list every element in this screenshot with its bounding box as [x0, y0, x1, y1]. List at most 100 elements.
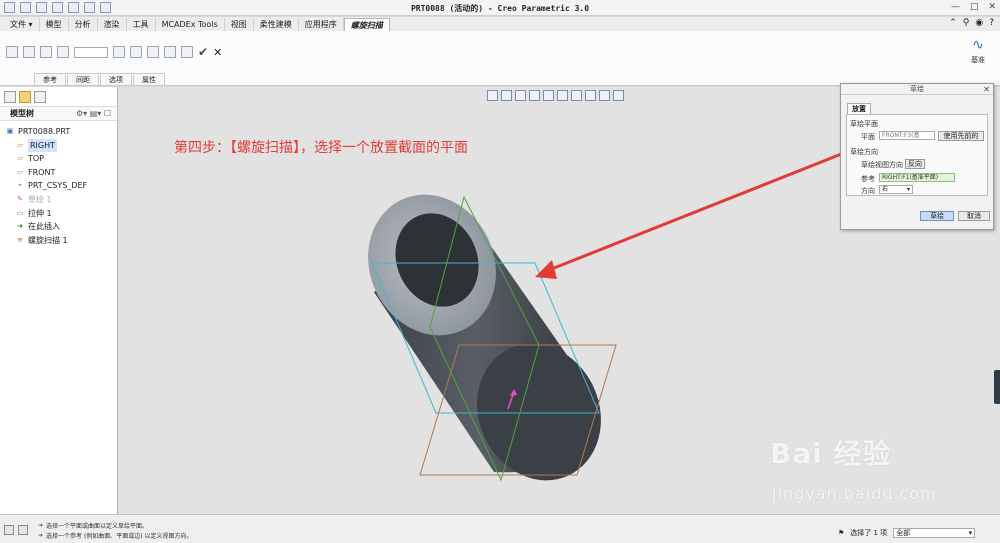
- tree-item[interactable]: ⌖ PRT_CSYS_DEF: [6, 179, 117, 193]
- subtab-1[interactable]: 间距: [67, 73, 99, 85]
- sketch-icon: ✎: [17, 194, 23, 203]
- panel-tabs: [0, 87, 117, 107]
- placement-tab[interactable]: 放置: [847, 103, 871, 114]
- solid-icon[interactable]: [23, 46, 35, 58]
- datum-label: 基准: [971, 56, 985, 64]
- cancel-icon[interactable]: ✕: [213, 46, 222, 59]
- preview-icon[interactable]: [181, 46, 193, 58]
- side-panel-handle[interactable]: [994, 370, 1000, 404]
- pitch-icon[interactable]: [113, 46, 125, 58]
- sketch-ok-button[interactable]: 草绘: [920, 211, 954, 221]
- tree-item-label: 拉伸 1: [28, 208, 52, 218]
- left-hand-icon[interactable]: [130, 46, 142, 58]
- tree-item-label: PRT_CSYS_DEF: [28, 181, 88, 191]
- folder-browser-tab-icon[interactable]: [19, 91, 31, 103]
- minimize-ribbon-icon[interactable]: ⌃: [949, 18, 957, 28]
- status-message-1: ➜ 选择一个平面或曲面以定义草绘平面。: [38, 521, 148, 530]
- status-bar: ➜ 选择一个平面或曲面以定义草绘平面。 ➜ 选择一个参考 (例如曲面、平面或边)…: [0, 514, 1000, 543]
- maximize-icon[interactable]: □: [970, 2, 979, 12]
- datum-icon: ∿: [972, 37, 984, 53]
- helical-sweep-icon: ≋: [17, 235, 23, 244]
- model-tree-tab-icon[interactable]: [4, 91, 16, 103]
- sketch-plane-section: 草绘平面: [850, 120, 878, 128]
- thickness-dropdown[interactable]: [74, 46, 108, 58]
- dialog-title: 草绘: [910, 85, 924, 93]
- sketch-dialog: 草绘 ✕ 放置 草绘平面 平面 FRONT:F3(基 使用先前的 草绘方向 草绘…: [840, 83, 994, 230]
- help-icon[interactable]: ?: [989, 18, 994, 28]
- tree-item-label: TOP: [28, 154, 45, 164]
- orientation-value: 右: [882, 186, 889, 193]
- title-bar: PRT0088 (活动的) - Creo Parametric 3.0 — □ …: [0, 0, 1000, 16]
- filter-value: 全部: [896, 529, 911, 537]
- use-previous-button[interactable]: 使用先前的: [938, 131, 984, 141]
- tab-3[interactable]: 渲染: [98, 18, 127, 31]
- pause-icon[interactable]: [164, 46, 176, 58]
- dialog-close-icon[interactable]: ✕: [983, 84, 990, 95]
- tab-5[interactable]: MCADEx Tools: [156, 18, 225, 31]
- tab-9[interactable]: 螺旋扫描: [343, 18, 390, 31]
- baidu-watermark: Bai 经验 jingyan.baidu.com: [770, 432, 995, 522]
- surface-icon[interactable]: [6, 46, 18, 58]
- tree-item-label: 螺旋扫描 1: [28, 235, 68, 245]
- datum-group[interactable]: ∿ 基准: [966, 37, 990, 65]
- tab-7[interactable]: 柔性建模: [254, 18, 299, 31]
- tab-0[interactable]: 文件 ▾: [4, 18, 40, 31]
- browser-toggle-icon[interactable]: [18, 525, 28, 535]
- prompt-arrow-icon: ➜: [38, 532, 44, 539]
- tree-item[interactable]: ▱ RIGHT: [6, 138, 117, 153]
- subtab-0[interactable]: 参考: [34, 73, 66, 85]
- minimize-icon[interactable]: —: [951, 2, 960, 12]
- status-icons: [4, 525, 28, 535]
- tree-item[interactable]: ≋ 螺旋扫描 1: [6, 234, 117, 248]
- helical-sweep-tools: ✔ ✕: [6, 45, 222, 59]
- watermark-url: jingyan.baidu.com: [772, 484, 937, 503]
- chevron-down-icon: ▾: [906, 186, 910, 193]
- tab-2[interactable]: 分析: [69, 18, 98, 31]
- subtab-2[interactable]: 选项: [100, 73, 132, 85]
- selection-filter[interactable]: 全部: [893, 528, 976, 538]
- status-message-text: 选择一个参考 (例如曲面、平面或边) 以定义视图方向。: [46, 533, 193, 540]
- sketch-cancel-button[interactable]: 取消: [958, 211, 990, 221]
- confirm-icon[interactable]: ✔: [198, 45, 208, 59]
- tab-1[interactable]: 模型: [40, 18, 69, 31]
- navigator-toggle-icon[interactable]: [4, 525, 14, 535]
- csys-icon: ⌖: [18, 181, 22, 190]
- view-direction-label: 草绘视图方向: [861, 161, 903, 169]
- tree-item[interactable]: ▭ 拉伸 1: [6, 207, 117, 221]
- prompt-arrow-icon: ➜: [38, 522, 44, 529]
- datum-plane-icon: ▱: [17, 140, 23, 149]
- right-hand-icon[interactable]: [147, 46, 159, 58]
- ribbon: ✔ ✕ 参考 间距 选项 属性 ∿ 基准: [0, 31, 1000, 86]
- selection-icon[interactable]: ⚑: [838, 529, 844, 537]
- tree-item[interactable]: ✎ 草绘 1: [6, 193, 117, 207]
- extrude-icon: ▭: [16, 208, 24, 217]
- reference-field[interactable]: RIGHT:F1(基准平面): [879, 173, 955, 182]
- tree-item[interactable]: ▱ TOP: [6, 152, 117, 166]
- plane-field[interactable]: FRONT:F3(基: [879, 131, 935, 140]
- settings-icon[interactable]: ◉: [975, 18, 983, 28]
- flip-button[interactable]: 反向: [905, 159, 925, 169]
- tree-item[interactable]: ➜ 在此插入: [6, 220, 117, 234]
- tree-item-label: 草绘 1: [28, 194, 52, 204]
- search-icon[interactable]: ⚲: [963, 18, 970, 28]
- part-icon: ▣: [6, 127, 14, 135]
- datum-plane-icon: ▱: [17, 167, 23, 176]
- model-tree: ▣ PRT0088.PRT ▱ RIGHT ▱ TOP ▱ FRONT ⌖ PRT_CSYS_DE…: [0, 121, 117, 247]
- favorites-tab-icon[interactable]: [34, 91, 46, 103]
- close-icon[interactable]: ✕: [988, 2, 996, 12]
- orientation-select[interactable]: 右 ▾: [879, 185, 913, 194]
- tree-settings-icon[interactable]: ⚙▾ ▤▾ ☐: [76, 107, 111, 121]
- tree-item[interactable]: ▱ FRONT: [6, 166, 117, 180]
- remove-material-icon[interactable]: [40, 46, 52, 58]
- ribbon-tabs: 文件 ▾ 模型 分析 渲染 工具 MCADEx Tools 视图 柔性建模 应用程序 螺旋扫描 ⌃ ⚲…: [0, 17, 1000, 31]
- placement-panel: 草绘平面 平面 FRONT:F3(基 使用先前的 草绘方向 草绘视图方向 反向 …: [846, 114, 988, 196]
- tree-item[interactable]: ▣ PRT0088.PRT: [6, 125, 117, 139]
- subtab-3[interactable]: 属性: [133, 73, 165, 85]
- orientation-label: 方向: [861, 187, 875, 195]
- tab-8[interactable]: 应用程序: [299, 18, 344, 31]
- ribbon-right-controls: ⌃ ⚲ ◉?: [949, 18, 994, 28]
- thicken-icon[interactable]: [57, 46, 69, 58]
- sketch-orientation-section: 草绘方向: [850, 148, 878, 156]
- tab-4[interactable]: 工具: [127, 18, 156, 31]
- tab-6[interactable]: 视图: [225, 18, 254, 31]
